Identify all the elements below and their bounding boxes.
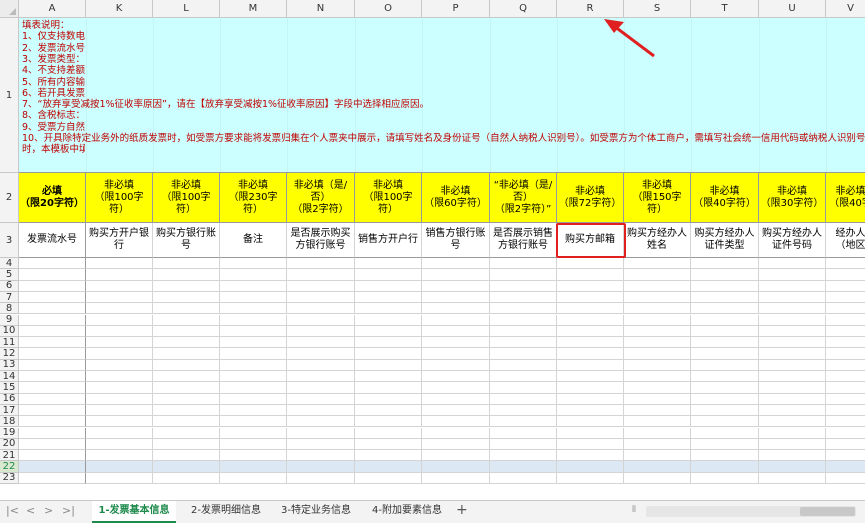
gridline	[220, 18, 221, 173]
prev-sheet-icon[interactable]: <	[26, 504, 35, 517]
last-sheet-icon[interactable]: >|	[62, 504, 75, 517]
tab-sheet-1[interactable]: 1-发票基本信息	[92, 501, 176, 523]
gridline	[759, 18, 760, 173]
sheet-tab-bar: |< < > >| 1-发票基本信息 2-发票明细信息 3-特定业务信息 4-附…	[0, 500, 865, 523]
scroll-split-icon[interactable]: ⦀	[632, 505, 636, 515]
next-sheet-icon[interactable]: >	[44, 504, 53, 517]
gridline	[422, 18, 423, 173]
scrollbar-thumb[interactable]	[800, 507, 855, 516]
tab-sheet-2[interactable]: 2-发票明细信息	[184, 501, 268, 523]
spreadsheet-grid[interactable]: AKLMNOPQRSTUV 1 2 3 4 5 6 7 8 9 10 11 12 13 14 15 16 17 1…	[0, 0, 865, 500]
gridline	[287, 18, 288, 173]
add-sheet-icon[interactable]: +	[456, 502, 468, 518]
gridline	[557, 18, 558, 173]
gridline	[691, 18, 692, 173]
gridline	[624, 18, 625, 173]
gridline	[490, 18, 491, 173]
gridline	[86, 18, 87, 173]
gridline	[153, 18, 154, 173]
gridline	[826, 18, 827, 173]
annotation-arrow-icon	[604, 19, 655, 58]
gridline	[355, 18, 356, 173]
first-sheet-icon[interactable]: |<	[6, 504, 19, 517]
tab-sheet-4[interactable]: 4-附加要素信息	[364, 501, 450, 523]
tab-sheet-3[interactable]: 3-特定业务信息	[274, 501, 358, 523]
